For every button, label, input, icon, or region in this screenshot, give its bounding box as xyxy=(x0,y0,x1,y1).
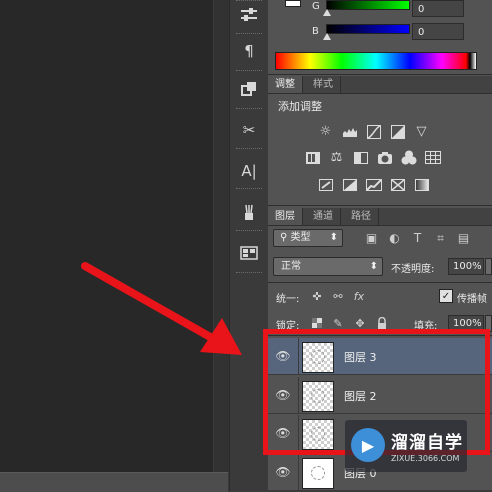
watermark-url: ZIXUE.3066.COM xyxy=(391,454,460,463)
watermark-play-icon: ▶ xyxy=(351,428,385,462)
watermark-text: 溜溜自学 xyxy=(391,433,463,453)
watermark: ▶ 溜溜自学 ZIXUE.3066.COM xyxy=(345,420,467,472)
